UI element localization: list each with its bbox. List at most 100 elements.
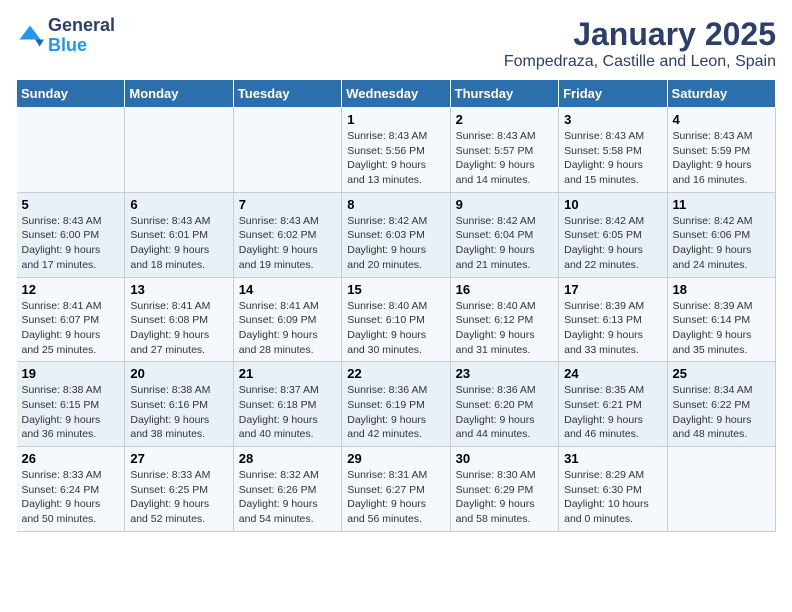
weekday-header: Wednesday	[342, 80, 450, 108]
page-header: General Blue January 2025 Fompedraza, Ca…	[16, 16, 776, 71]
calendar-cell	[233, 108, 341, 193]
weekday-header: Thursday	[450, 80, 558, 108]
day-info: Sunrise: 8:36 AM	[347, 383, 444, 398]
day-info: Daylight: 9 hours and 21 minutes.	[456, 243, 553, 272]
calendar-cell: 8Sunrise: 8:42 AMSunset: 6:03 PMDaylight…	[342, 192, 450, 277]
calendar-cell: 5Sunrise: 8:43 AMSunset: 6:00 PMDaylight…	[17, 192, 125, 277]
day-number: 17	[564, 282, 661, 297]
logo-icon	[16, 22, 44, 50]
day-info: Daylight: 10 hours and 0 minutes.	[564, 497, 661, 526]
day-info: Daylight: 9 hours and 44 minutes.	[456, 413, 553, 442]
day-number: 15	[347, 282, 444, 297]
day-info: Daylight: 9 hours and 22 minutes.	[564, 243, 661, 272]
day-number: 1	[347, 112, 444, 127]
day-info: Sunset: 6:24 PM	[22, 483, 120, 498]
day-info: Sunset: 6:14 PM	[673, 313, 770, 328]
day-info: Sunrise: 8:33 AM	[130, 468, 227, 483]
day-info: Sunset: 6:18 PM	[239, 398, 336, 413]
day-info: Sunrise: 8:34 AM	[673, 383, 770, 398]
day-info: Daylight: 9 hours and 38 minutes.	[130, 413, 227, 442]
calendar-cell: 6Sunrise: 8:43 AMSunset: 6:01 PMDaylight…	[125, 192, 233, 277]
month-title: January 2025	[504, 16, 776, 53]
day-info: Daylight: 9 hours and 15 minutes.	[564, 158, 661, 187]
day-info: Sunrise: 8:43 AM	[564, 129, 661, 144]
day-number: 12	[22, 282, 120, 297]
day-info: Sunrise: 8:38 AM	[130, 383, 227, 398]
logo: General Blue	[16, 16, 115, 56]
calendar-cell: 31Sunrise: 8:29 AMSunset: 6:30 PMDayligh…	[559, 447, 667, 532]
day-info: Sunset: 6:16 PM	[130, 398, 227, 413]
day-info: Sunrise: 8:39 AM	[564, 299, 661, 314]
day-number: 10	[564, 197, 661, 212]
day-info: Sunrise: 8:42 AM	[673, 214, 770, 229]
day-info: Sunrise: 8:30 AM	[456, 468, 553, 483]
day-info: Sunrise: 8:39 AM	[673, 299, 770, 314]
calendar-cell: 12Sunrise: 8:41 AMSunset: 6:07 PMDayligh…	[17, 277, 125, 362]
day-info: Daylight: 9 hours and 25 minutes.	[22, 328, 120, 357]
day-number: 30	[456, 451, 553, 466]
day-info: Daylight: 9 hours and 27 minutes.	[130, 328, 227, 357]
day-number: 29	[347, 451, 444, 466]
day-number: 19	[22, 366, 120, 381]
day-number: 6	[130, 197, 227, 212]
calendar-cell: 26Sunrise: 8:33 AMSunset: 6:24 PMDayligh…	[17, 447, 125, 532]
calendar-cell: 23Sunrise: 8:36 AMSunset: 6:20 PMDayligh…	[450, 362, 558, 447]
calendar-week-row: 19Sunrise: 8:38 AMSunset: 6:15 PMDayligh…	[17, 362, 776, 447]
calendar-cell: 29Sunrise: 8:31 AMSunset: 6:27 PMDayligh…	[342, 447, 450, 532]
day-info: Daylight: 9 hours and 33 minutes.	[564, 328, 661, 357]
day-info: Daylight: 9 hours and 18 minutes.	[130, 243, 227, 272]
day-info: Sunrise: 8:43 AM	[22, 214, 120, 229]
calendar-cell: 25Sunrise: 8:34 AMSunset: 6:22 PMDayligh…	[667, 362, 775, 447]
day-info: Sunset: 6:05 PM	[564, 228, 661, 243]
day-info: Sunrise: 8:43 AM	[456, 129, 553, 144]
day-info: Daylight: 9 hours and 17 minutes.	[22, 243, 120, 272]
day-number: 9	[456, 197, 553, 212]
day-info: Sunrise: 8:38 AM	[22, 383, 120, 398]
calendar-week-row: 1Sunrise: 8:43 AMSunset: 5:56 PMDaylight…	[17, 108, 776, 193]
day-number: 8	[347, 197, 444, 212]
day-info: Sunrise: 8:40 AM	[347, 299, 444, 314]
day-number: 21	[239, 366, 336, 381]
calendar-cell: 19Sunrise: 8:38 AMSunset: 6:15 PMDayligh…	[17, 362, 125, 447]
day-info: Daylight: 9 hours and 19 minutes.	[239, 243, 336, 272]
day-info: Sunrise: 8:31 AM	[347, 468, 444, 483]
calendar-cell: 27Sunrise: 8:33 AMSunset: 6:25 PMDayligh…	[125, 447, 233, 532]
calendar-cell: 24Sunrise: 8:35 AMSunset: 6:21 PMDayligh…	[559, 362, 667, 447]
title-block: January 2025 Fompedraza, Castille and Le…	[504, 16, 776, 71]
day-info: Sunset: 6:13 PM	[564, 313, 661, 328]
day-info: Sunrise: 8:36 AM	[456, 383, 553, 398]
calendar-week-row: 5Sunrise: 8:43 AMSunset: 6:00 PMDaylight…	[17, 192, 776, 277]
day-number: 7	[239, 197, 336, 212]
location-title: Fompedraza, Castille and Leon, Spain	[504, 53, 776, 71]
calendar-cell: 22 Sunrise: 8:36 AMSunset: 6:19 PMDayligh…	[342, 362, 450, 447]
calendar-cell: 14Sunrise: 8:41 AMSunset: 6:09 PMDayligh…	[233, 277, 341, 362]
logo-text: General Blue	[48, 16, 115, 56]
calendar-cell: 30Sunrise: 8:30 AMSunset: 6:29 PMDayligh…	[450, 447, 558, 532]
calendar-cell: 16Sunrise: 8:40 AMSunset: 6:12 PMDayligh…	[450, 277, 558, 362]
calendar-week-row: 26Sunrise: 8:33 AMSunset: 6:24 PMDayligh…	[17, 447, 776, 532]
day-info: Daylight: 9 hours and 40 minutes.	[239, 413, 336, 442]
day-info: Daylight: 9 hours and 14 minutes.	[456, 158, 553, 187]
day-info: Daylight: 9 hours and 46 minutes.	[564, 413, 661, 442]
calendar-cell: 9Sunrise: 8:42 AMSunset: 6:04 PMDaylight…	[450, 192, 558, 277]
weekday-header: Tuesday	[233, 80, 341, 108]
day-info: Sunrise: 8:41 AM	[22, 299, 120, 314]
day-info: Daylight: 9 hours and 56 minutes.	[347, 497, 444, 526]
day-info: Sunrise: 8:43 AM	[239, 214, 336, 229]
day-info: Sunset: 6:19 PM	[347, 398, 444, 413]
day-info: Sunset: 6:22 PM	[673, 398, 770, 413]
weekday-header: Monday	[125, 80, 233, 108]
day-info: Daylight: 9 hours and 35 minutes.	[673, 328, 770, 357]
weekday-header: Sunday	[17, 80, 125, 108]
day-info: Daylight: 9 hours and 54 minutes.	[239, 497, 336, 526]
day-info: Sunrise: 8:43 AM	[673, 129, 770, 144]
day-info: Sunset: 6:26 PM	[239, 483, 336, 498]
day-number: 4	[673, 112, 770, 127]
day-number: 20	[130, 366, 227, 381]
day-info: Daylight: 9 hours and 42 minutes.	[347, 413, 444, 442]
day-info: Daylight: 9 hours and 30 minutes.	[347, 328, 444, 357]
day-number: 22	[347, 366, 444, 381]
calendar-cell: 13Sunrise: 8:41 AMSunset: 6:08 PMDayligh…	[125, 277, 233, 362]
day-info: Sunrise: 8:43 AM	[130, 214, 227, 229]
calendar-cell: 11Sunrise: 8:42 AMSunset: 6:06 PMDayligh…	[667, 192, 775, 277]
